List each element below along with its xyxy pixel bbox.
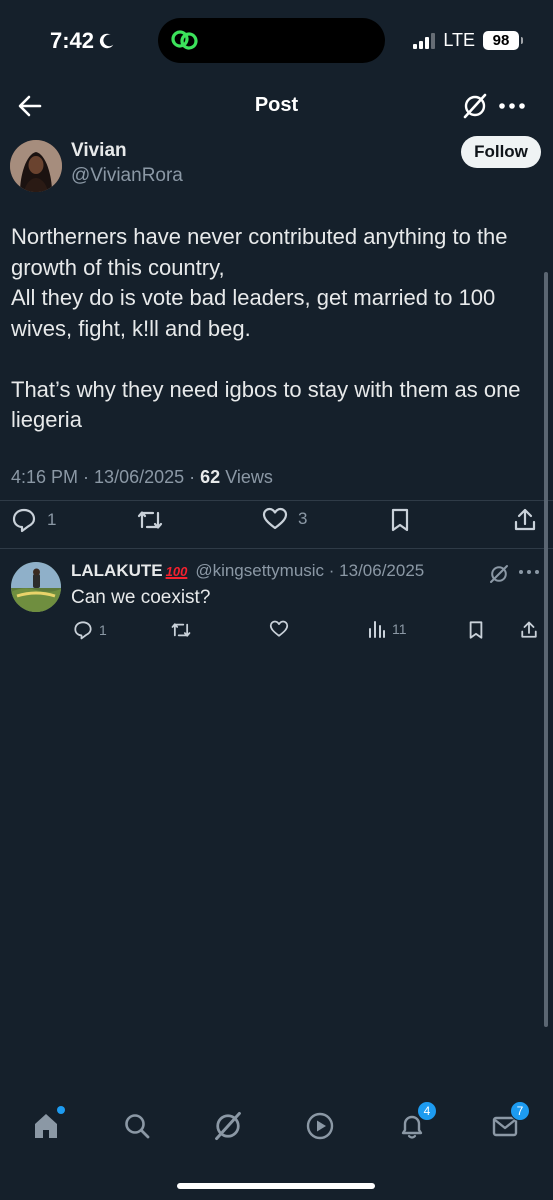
share-icon [521, 621, 537, 638]
reply-views-count: 11 [392, 621, 407, 637]
like-button[interactable]: 3 [262, 507, 307, 531]
reply-like-button[interactable] [269, 620, 289, 638]
avatar[interactable] [10, 140, 62, 192]
reply-icon [74, 621, 92, 640]
dynamic-island [158, 18, 385, 63]
moon-icon [99, 33, 114, 49]
bottom-nav: 4 7 [0, 1095, 553, 1155]
views-label[interactable]: Views [225, 467, 273, 488]
bookmark-icon [391, 508, 409, 532]
home-indicator[interactable] [177, 1183, 375, 1189]
nav-home[interactable] [29, 1106, 65, 1143]
reply-avatar-image [11, 562, 61, 612]
notifications-badge: 4 [417, 1101, 437, 1121]
reply-repost-button[interactable] [170, 620, 192, 640]
bookmark-button[interactable] [389, 507, 411, 533]
battery-icon: 98 [483, 31, 523, 50]
reply-author-name[interactable]: LALAKUTE [71, 561, 163, 581]
divider [0, 500, 553, 501]
link-icon [171, 30, 198, 50]
reply-date: 13/06/2025 [339, 561, 425, 580]
follow-button[interactable]: Follow [461, 136, 541, 168]
like-count: 3 [298, 509, 308, 528]
status-time-group: 7:42 [50, 28, 116, 54]
scrollbar[interactable] [544, 272, 548, 1027]
heart-icon [262, 507, 288, 530]
reply-button[interactable]: 1 [11, 507, 56, 533]
bookmark-icon [469, 621, 483, 639]
reply-count: 1 [47, 510, 57, 529]
status-bar: 7:42 LTE 98 [0, 0, 553, 80]
meta-separator: · [184, 467, 201, 487]
grok-icon [215, 1111, 241, 1141]
heart-icon [269, 620, 289, 637]
repost-icon [137, 511, 163, 529]
reply-actions: 1 11 [0, 620, 553, 644]
nav-notifications[interactable]: 4 [395, 1101, 437, 1143]
post-text: Northerners have never contributed anyth… [11, 224, 521, 432]
reply-views-button[interactable]: 11 [368, 620, 407, 638]
home-icon [35, 1114, 57, 1138]
hundred-points-emoji: 100 [165, 563, 188, 579]
reply-reply-button[interactable]: 1 [73, 620, 107, 640]
status-right: LTE 98 [413, 30, 523, 51]
post-header: Post [0, 80, 553, 132]
nav-grok[interactable] [211, 1109, 245, 1143]
home-notification-dot [57, 1106, 65, 1114]
reply-icon [12, 508, 36, 533]
nav-search[interactable] [120, 1109, 154, 1143]
author-name[interactable]: Vivian [71, 140, 127, 162]
share-icon [514, 508, 536, 531]
meta-separator: · [324, 561, 340, 580]
reply-bookmark-button[interactable] [467, 620, 485, 640]
nav-video[interactable] [303, 1109, 337, 1143]
post-author-row: Vivian @VivianRora Follow [10, 136, 543, 198]
post-date: 13/06/2025 [94, 467, 185, 487]
reply-header: LALAKUTE 100 @kingsettymusic · 13/06/202… [71, 561, 424, 581]
battery-level: 98 [492, 32, 510, 49]
meta-separator: · [78, 467, 95, 487]
search-icon [125, 1114, 150, 1139]
views-count[interactable]: 62 [200, 467, 220, 488]
divider [0, 548, 553, 549]
repost-icon [171, 623, 191, 637]
reply-text: Can we coexist? [71, 587, 211, 608]
post-meta: 4:16 PM · 13/06/2025 · 62 Views [11, 467, 273, 488]
repost-button[interactable] [136, 507, 164, 533]
status-time: 7:42 [50, 28, 95, 53]
share-button[interactable] [513, 507, 537, 533]
grok-icon[interactable] [488, 563, 510, 585]
avatar-image [10, 140, 62, 192]
grok-icon[interactable] [461, 92, 489, 120]
analytics-icon [369, 621, 385, 638]
reply-share-button[interactable] [520, 620, 538, 640]
messages-badge: 7 [510, 1101, 530, 1121]
post-time: 4:16 PM [11, 467, 79, 487]
more-options-icon[interactable] [518, 567, 540, 577]
network-label: LTE [443, 30, 475, 50]
reply-reply-count: 1 [99, 622, 107, 638]
reply-item[interactable]: LALAKUTE 100 @kingsettymusic · 13/06/202… [0, 556, 553, 656]
nav-messages[interactable]: 7 [488, 1101, 530, 1143]
signal-icon [413, 32, 436, 49]
author-handle[interactable]: @VivianRora [71, 165, 183, 187]
post-actions: 1 3 [0, 507, 553, 539]
reply-avatar[interactable] [11, 562, 61, 612]
reply-author-handle[interactable]: @kingsettymusic [195, 561, 324, 581]
play-icon [306, 1112, 334, 1140]
more-options-icon[interactable] [498, 94, 526, 118]
